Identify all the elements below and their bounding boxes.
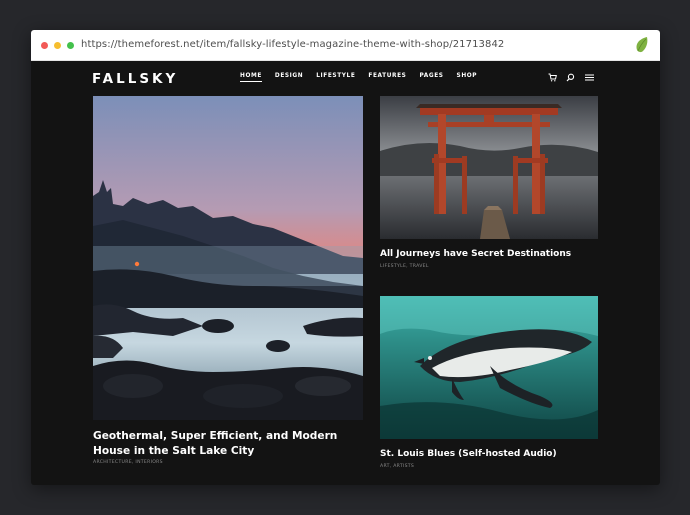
menu-item-home[interactable]: HOME	[240, 73, 262, 82]
menu-item-lifestyle[interactable]: LIFESTYLE	[316, 73, 355, 82]
card2-post-image[interactable]	[380, 296, 598, 439]
hero-post-image[interactable]	[93, 96, 363, 420]
address-bar[interactable]: https://themeforest.net/item/fallsky-lif…	[81, 39, 504, 50]
cart-icon[interactable]	[548, 73, 557, 82]
menu-item-pages[interactable]: PAGES	[419, 73, 443, 82]
hero-post-categories[interactable]: ARCHITECTURE, INTERIORS	[93, 460, 163, 465]
hero-post-title[interactable]: Geothermal, Super Efficient, and Modern …	[93, 429, 368, 459]
main-menu: HOME DESIGN LIFESTYLE FEATURES PAGES SHO…	[240, 73, 490, 82]
menu-item-shop[interactable]: SHOP	[457, 73, 478, 82]
card2-post-title[interactable]: St. Louis Blues (Self-hosted Audio)	[380, 448, 557, 460]
card2-post-categories[interactable]: ART, ARTISTS	[380, 464, 414, 469]
hamburger-menu-icon[interactable]	[585, 73, 594, 82]
search-icon[interactable]	[566, 73, 575, 82]
site-logo[interactable]: FALLSKY	[92, 71, 178, 87]
envato-leaf-icon[interactable]	[634, 36, 650, 54]
maximize-window-button[interactable]	[67, 42, 74, 49]
menu-item-design[interactable]: DESIGN	[275, 73, 303, 82]
card1-post-title[interactable]: All Journeys have Secret Destinations	[380, 248, 571, 260]
close-window-button[interactable]	[41, 42, 48, 49]
menu-item-features[interactable]: FEATURES	[368, 73, 406, 82]
browser-window: https://themeforest.net/item/fallsky-lif…	[31, 30, 660, 485]
site-header: FALLSKY HOME DESIGN LIFESTYLE FEATURES P…	[31, 61, 660, 94]
browser-toolbar: https://themeforest.net/item/fallsky-lif…	[31, 30, 660, 61]
card1-post-categories[interactable]: LIFESTYLE, TRAVEL	[380, 264, 429, 269]
card1-post-image[interactable]	[380, 96, 598, 239]
minimize-window-button[interactable]	[54, 42, 61, 49]
